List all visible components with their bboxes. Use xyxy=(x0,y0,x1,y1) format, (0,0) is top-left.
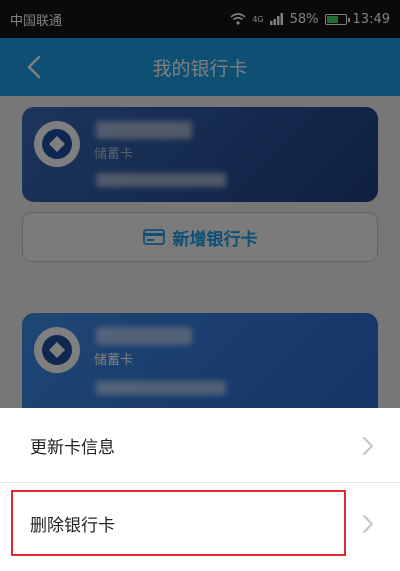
action-sheet: 更新卡信息 删除银行卡 xyxy=(0,408,400,571)
chevron-right-icon xyxy=(363,515,373,533)
chevron-right-icon xyxy=(363,437,373,455)
update-card-info-item[interactable]: 更新卡信息 xyxy=(0,408,400,483)
delete-card-item[interactable]: 删除银行卡 xyxy=(0,486,400,561)
update-card-info-label: 更新卡信息 xyxy=(30,437,115,458)
delete-card-label: 删除银行卡 xyxy=(30,516,115,536)
